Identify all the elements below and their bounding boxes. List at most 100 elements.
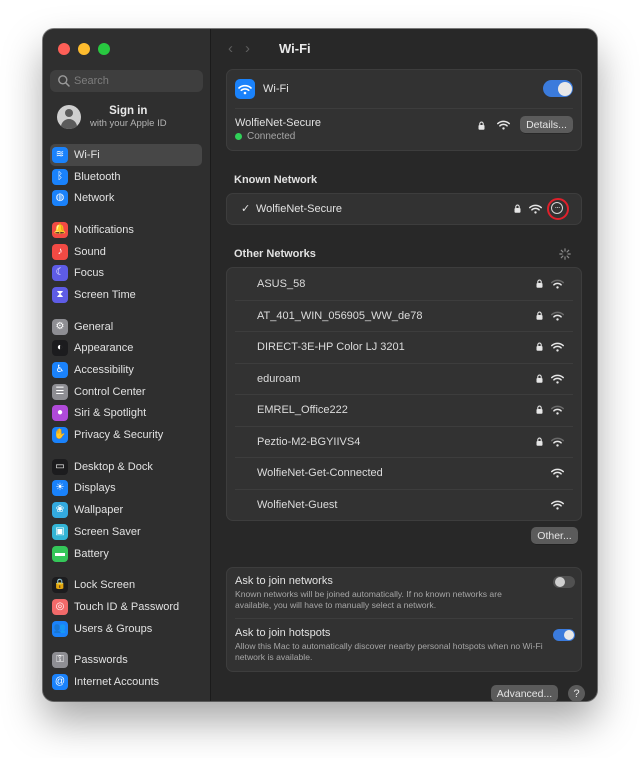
sidebar-item-label: Wallpaper <box>74 504 124 517</box>
sidebar-item-accessibility[interactable]: ♿ Accessibility <box>50 359 202 381</box>
sidebar-item-displays[interactable]: ☀ Displays <box>50 478 202 500</box>
sidebar-item-users-groups[interactable]: 👥 Users & Groups <box>50 618 202 640</box>
network-row[interactable]: EMREL_Office222 <box>227 394 581 426</box>
network-row[interactable]: AT_401_WIN_056905_WW_de78 <box>227 300 581 332</box>
wifi-signal-icon <box>551 279 564 289</box>
sidebar-item-privacy-security[interactable]: ✋ Privacy & Security <box>50 424 202 446</box>
search-input[interactable] <box>74 75 194 87</box>
sidebar-item-label: Screen Time <box>74 288 136 301</box>
sidebar-item-label: Lock Screen <box>74 579 136 592</box>
wifi-signal-icon <box>497 120 510 130</box>
sidebar-item-control-center[interactable]: ☰ Control Center <box>50 381 202 403</box>
sidebar-item-label: Sound <box>74 245 106 258</box>
control-center-icon: ☰ <box>52 383 68 400</box>
sidebar-item-bluetooth[interactable]: ᛒ Bluetooth <box>50 166 202 188</box>
ask-networks-toggle[interactable] <box>553 576 575 588</box>
lock-icon <box>536 342 543 351</box>
wifi-toggle[interactable] <box>543 80 573 97</box>
sidebar-nav: ≋ Wi-Fi ᛒ Bluetooth ◍ Network 🔔 Notifications ♪ S… <box>50 144 202 693</box>
main-pane: ‹› Wi-Fi Wi-Fi WolfieNet-Secure Connecte… <box>211 29 597 701</box>
sidebar-item-screen-time[interactable]: ⧗ Screen Time <box>50 284 202 306</box>
sidebar-item-notifications[interactable]: 🔔 Notifications <box>50 219 202 241</box>
sidebar-item-touch-id-password[interactable]: ◎ Touch ID & Password <box>50 596 202 618</box>
ask-hotspots-toggle[interactable] <box>553 629 575 641</box>
other-network-button[interactable]: Other... <box>531 527 578 544</box>
screen-saver-icon: ▣ <box>52 523 68 540</box>
speaker-icon: ♪ <box>52 243 68 260</box>
network-row[interactable]: WolfieNet-Guest <box>227 489 581 521</box>
sidebar-item-screen-saver[interactable]: ▣ Screen Saver <box>50 521 202 543</box>
network-row[interactable]: ASUS_58 <box>227 268 581 300</box>
network-name: EMREL_Office222 <box>257 404 348 416</box>
network-row[interactable]: DIRECT-3E-HP Color LJ 3201 <box>227 331 581 363</box>
sidebar-item-sound[interactable]: ♪ Sound <box>50 241 202 263</box>
bluetooth-icon: ᛒ <box>52 168 68 185</box>
known-network-name: WolfieNet-Secure <box>256 203 342 215</box>
ask-hotspots-description: Allow this Mac to automatically discover… <box>235 641 543 662</box>
apple-id-signin[interactable]: Sign in with your Apple ID <box>57 105 167 129</box>
sidebar-item-battery[interactable]: ▬ Battery <box>50 543 202 565</box>
at-icon: @ <box>52 673 68 690</box>
sidebar-item-internet-accounts[interactable]: @ Internet Accounts <box>50 671 202 693</box>
search-field[interactable] <box>50 70 203 92</box>
network-row[interactable]: WolfieNet-Get-Connected <box>227 457 581 489</box>
minimize-window-button[interactable] <box>78 43 90 55</box>
sidebar-item-label: Siri & Spotlight <box>74 407 147 420</box>
help-button[interactable]: ? <box>568 685 585 701</box>
other-networks-heading: Other Networks <box>234 248 316 260</box>
wifi-status-box: Wi-Fi WolfieNet-Secure Connected Details… <box>226 69 582 151</box>
more-options-button[interactable]: ··· <box>551 202 563 214</box>
page-title: Wi-Fi <box>279 41 311 56</box>
avatar <box>57 105 81 129</box>
sidebar-item-label: Control Center <box>74 385 146 398</box>
sidebar-item-label: Internet Accounts <box>74 675 159 688</box>
wifi-icon: ≋ <box>52 146 68 163</box>
sidebar-item-lock-screen[interactable]: 🔒 Lock Screen <box>50 574 202 596</box>
sidebar-item-network[interactable]: ◍ Network <box>50 187 202 209</box>
battery-icon: ▬ <box>52 545 68 562</box>
sidebar-item-label: Touch ID & Password <box>74 600 180 613</box>
sidebar-item-desktop-dock[interactable]: ▭ Desktop & Dock <box>50 456 202 478</box>
toolbar: ‹› Wi-Fi <box>211 29 597 67</box>
wallpaper-icon: ❀ <box>52 502 68 519</box>
ask-to-join-box: Ask to join networks Known networks will… <box>226 567 582 672</box>
known-network-heading: Known Network <box>234 174 318 186</box>
loading-spinner-icon <box>559 248 571 260</box>
known-network-row[interactable]: ✓ WolfieNet-Secure ··· <box>227 194 581 224</box>
lock-icon: 🔒 <box>52 577 68 594</box>
wifi-signal-icon <box>551 437 564 447</box>
sidebar-item-label: Network <box>74 192 115 205</box>
known-network-box: ✓ WolfieNet-Secure ··· <box>226 193 582 225</box>
settings-window: Sign in with your Apple ID ≋ Wi-Fi ᛒ Blueto… <box>43 29 597 701</box>
network-row[interactable]: eduroam <box>227 363 581 395</box>
network-name: WolfieNet-Get-Connected <box>257 467 383 479</box>
sidebar-item-passwords[interactable]: ⚿ Passwords <box>50 649 202 671</box>
sidebar-item-siri-spotlight[interactable]: ● Siri & Spotlight <box>50 403 202 425</box>
network-name: DIRECT-3E-HP Color LJ 3201 <box>257 341 405 353</box>
lock-icon <box>536 437 543 446</box>
lock-icon <box>514 204 521 213</box>
network-name: ASUS_58 <box>257 278 306 290</box>
forward-arrow-icon[interactable]: › <box>245 40 262 57</box>
network-name: WolfieNet-Guest <box>257 498 338 511</box>
sidebar-item-general[interactable]: ⚙ General <box>50 316 202 338</box>
advanced-button[interactable]: Advanced... <box>491 685 558 701</box>
sidebar-item-label: Displays <box>74 482 116 495</box>
back-arrow-icon[interactable]: ‹ <box>228 40 245 57</box>
wifi-signal-icon <box>551 374 564 384</box>
account-subtitle: with your Apple ID <box>90 118 167 129</box>
details-button[interactable]: Details... <box>520 116 573 133</box>
siri-icon: ● <box>52 405 68 422</box>
wifi-label: Wi-Fi <box>263 83 289 95</box>
connection-status: Connected <box>247 131 296 142</box>
zoom-window-button[interactable] <box>98 43 110 55</box>
sidebar-item-wallpaper[interactable]: ❀ Wallpaper <box>50 499 202 521</box>
wifi-signal-icon <box>551 468 564 478</box>
sidebar-item-wi-fi[interactable]: ≋ Wi-Fi <box>50 144 202 166</box>
close-window-button[interactable] <box>58 43 70 55</box>
wifi-app-icon <box>235 79 255 99</box>
sidebar-item-appearance[interactable]: ◐ Appearance <box>50 338 202 360</box>
sidebar-item-label: Notifications <box>74 223 134 236</box>
sidebar-item-focus[interactable]: ☾ Focus <box>50 262 202 284</box>
network-row[interactable]: Peztio-M2-BGYIIVS4 <box>227 426 581 458</box>
